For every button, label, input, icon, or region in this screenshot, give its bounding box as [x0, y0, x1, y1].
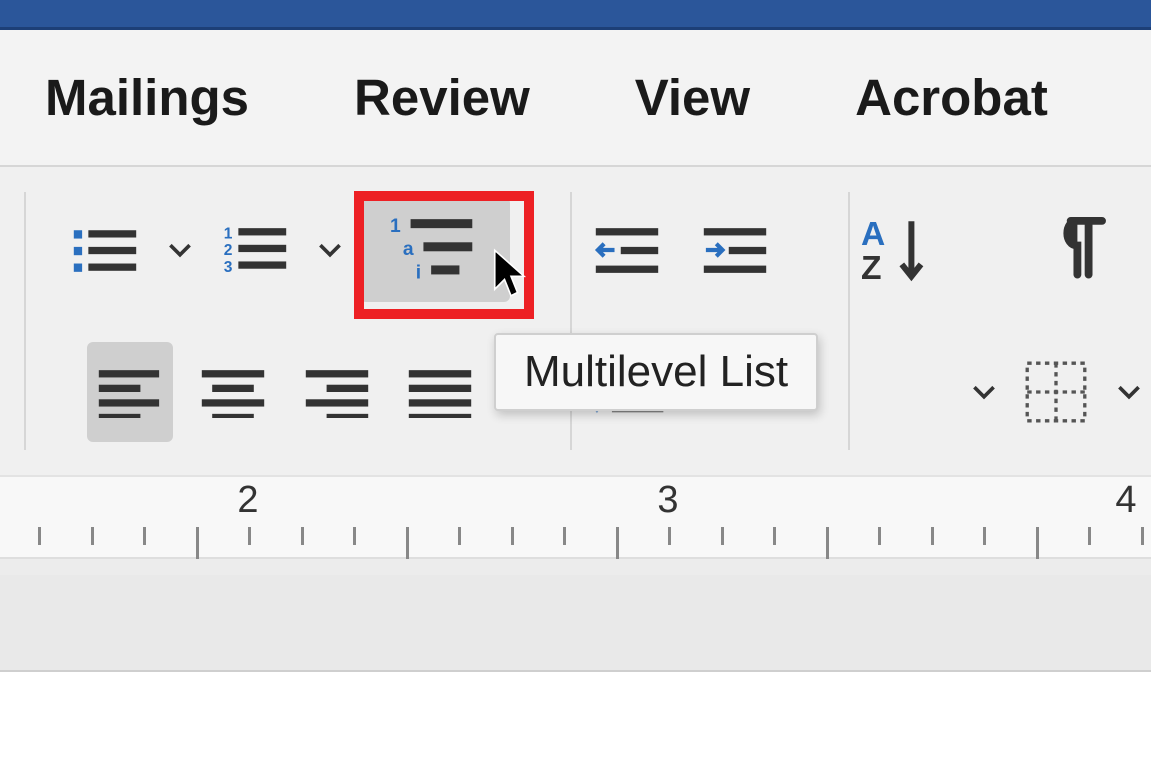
- align-center-icon: [200, 366, 266, 418]
- bullets-dropdown[interactable]: [168, 200, 192, 300]
- ruler-tick-minor: [353, 527, 356, 545]
- ruler-mark: 2: [237, 479, 258, 522]
- ruler-tick-minor: [38, 527, 41, 545]
- ruler-tick-minor: [91, 527, 94, 545]
- bullets-button[interactable]: [60, 200, 150, 300]
- borders-button[interactable]: [1014, 342, 1099, 442]
- ruler-tick-minor: [248, 527, 251, 545]
- document-page[interactable]: [0, 670, 1151, 759]
- group-divider: [24, 192, 26, 450]
- multilevel-list-icon: 1 a i: [389, 214, 481, 286]
- svg-text:1: 1: [224, 225, 233, 242]
- chevron-down-icon: [318, 238, 342, 262]
- titlebar: Document1: [0, 0, 1151, 30]
- svg-text:Z: Z: [861, 249, 882, 285]
- show-hide-button[interactable]: [1038, 200, 1128, 300]
- ruler-tick-minor: [458, 527, 461, 545]
- chevron-down-icon: [972, 380, 996, 404]
- ruler[interactable]: 2 3 4: [0, 475, 1151, 575]
- ruler-tick-minor: [721, 527, 724, 545]
- svg-text:A: A: [861, 216, 885, 253]
- increase-indent-button[interactable]: [690, 200, 780, 300]
- ribbon: 1 2 3 1 a i: [0, 165, 1151, 475]
- ruler-tick-major: [1036, 527, 1039, 559]
- justify-icon: [407, 366, 473, 418]
- ruler-tick-major: [616, 527, 619, 559]
- numbering-icon: 1 2 3: [222, 224, 288, 276]
- align-left-icon: [97, 366, 163, 418]
- svg-text:a: a: [403, 239, 414, 260]
- chevron-down-icon: [168, 238, 192, 262]
- ruler-edge: [0, 557, 1151, 575]
- ribbon-tab-strip: Mailings Review View Acrobat: [0, 30, 1151, 165]
- tooltip: Multilevel List: [494, 333, 818, 411]
- shading-dropdown[interactable]: [972, 342, 996, 442]
- borders-dropdown[interactable]: [1117, 342, 1141, 442]
- tab-view[interactable]: View: [635, 68, 750, 127]
- align-right-button[interactable]: [294, 342, 379, 442]
- ruler-tick-minor: [983, 527, 986, 545]
- ruler-tick-minor: [931, 527, 934, 545]
- align-left-button[interactable]: [87, 342, 172, 442]
- align-center-button[interactable]: [191, 342, 276, 442]
- ruler-tick-minor: [1141, 527, 1144, 545]
- ruler-tick-minor: [878, 527, 881, 545]
- ruler-tick-minor: [668, 527, 671, 545]
- tooltip-text: Multilevel List: [524, 347, 788, 396]
- ruler-tick-major: [196, 527, 199, 559]
- bullets-icon: [72, 224, 138, 276]
- numbering-button[interactable]: 1 2 3: [210, 200, 300, 300]
- svg-text:3: 3: [224, 258, 233, 275]
- ruler-tick-minor: [301, 527, 304, 545]
- ruler-tick-major: [826, 527, 829, 559]
- numbering-dropdown[interactable]: [318, 200, 342, 300]
- decrease-indent-button[interactable]: [582, 200, 672, 300]
- ruler-tick-minor: [143, 527, 146, 545]
- increase-indent-icon: [702, 224, 768, 276]
- sort-icon: A Z: [861, 214, 933, 286]
- tab-review[interactable]: Review: [354, 68, 530, 127]
- document-background: [0, 575, 1151, 670]
- decrease-indent-icon: [594, 224, 660, 276]
- borders-icon: [1025, 361, 1087, 423]
- svg-text:1: 1: [390, 216, 401, 237]
- ribbon-row-top: 1 2 3 1 a i: [60, 197, 1141, 302]
- tab-acrobat[interactable]: Acrobat: [855, 68, 1048, 127]
- align-right-icon: [304, 366, 370, 418]
- justify-button[interactable]: [397, 342, 482, 442]
- tab-mailings[interactable]: Mailings: [45, 68, 249, 127]
- chevron-down-icon: [1117, 380, 1141, 404]
- svg-text:2: 2: [224, 242, 233, 259]
- sort-button[interactable]: A Z: [852, 200, 942, 300]
- pilcrow-icon: [1055, 215, 1111, 285]
- ruler-tick-minor: [1088, 527, 1091, 545]
- ruler-tick-minor: [511, 527, 514, 545]
- svg-text:i: i: [416, 262, 421, 283]
- ruler-tick-major: [406, 527, 409, 559]
- ruler-mark: 4: [1115, 479, 1136, 522]
- ruler-mark: 3: [657, 479, 678, 522]
- ruler-tick-minor: [773, 527, 776, 545]
- ruler-tick-minor: [563, 527, 566, 545]
- multilevel-list-button[interactable]: 1 a i: [360, 197, 510, 302]
